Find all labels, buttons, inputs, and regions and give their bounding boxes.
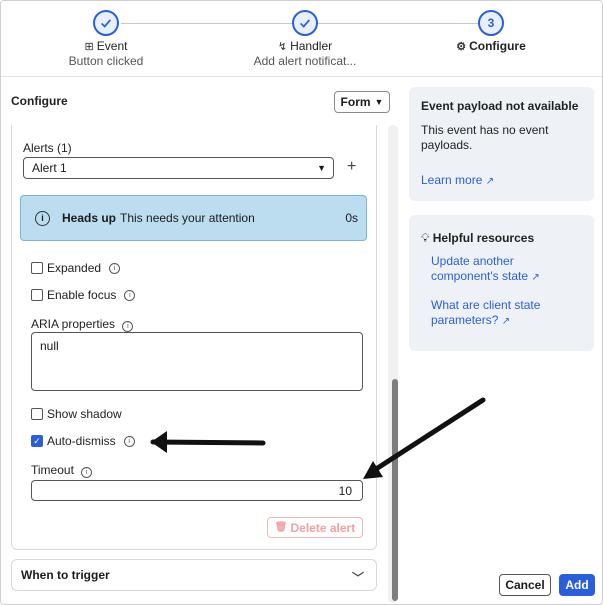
configure-title: Configure: [11, 94, 68, 108]
helpful-resources-title: Helpful resources: [432, 231, 535, 245]
caret-down-icon: ▼: [374, 97, 384, 107]
info-icon[interactable]: i: [81, 467, 93, 478]
step-configure-title: ⚙ Configure: [441, 39, 541, 53]
when-to-trigger-accordion[interactable]: When to trigger ﹀: [11, 559, 377, 591]
step-configure[interactable]: 3 ⚙ Configure: [441, 10, 541, 53]
resource-link-update-state[interactable]: Update another component's state ↗: [421, 254, 582, 285]
aria-properties-label-row: ARIA properties i: [31, 317, 134, 332]
helpful-resources-card: 💡︎ Helpful resources Update another comp…: [409, 215, 594, 351]
timeout-label: Timeout: [31, 463, 74, 477]
step-handler-label: Handler: [290, 39, 333, 53]
payload-card-text: This event has no event payloads.: [421, 123, 549, 152]
step-handler-subtitle: Add alert notificat...: [253, 54, 357, 68]
expanded-label: Expanded: [47, 261, 102, 275]
chevron-down-icon: ﹀: [351, 571, 364, 585]
wizard-stepper: ⊞ Event Button clicked ↯ Handler Add ale…: [1, 1, 602, 77]
step-handler[interactable]: ↯ Handler Add alert notificat...: [235, 10, 375, 68]
scrollbar-thumb[interactable]: [392, 379, 398, 601]
payload-card-title: Event payload not available: [421, 99, 579, 113]
enable-focus-checkbox-row[interactable]: Enable focus i: [31, 288, 136, 302]
gear-icon: ⚙: [456, 40, 467, 53]
enable-focus-checkbox[interactable]: [31, 289, 43, 301]
resource-link-client-state[interactable]: What are client state parameters? ↗: [421, 298, 582, 329]
show-shadow-checkbox-row[interactable]: Show shadow: [31, 407, 122, 421]
delete-alert-button[interactable]: 🗑 Delete alert: [267, 517, 363, 538]
timeout-label-row: Timeout i: [31, 463, 93, 478]
step-handler-title: ↯ Handler: [235, 39, 375, 53]
cancel-button[interactable]: Cancel: [499, 574, 551, 596]
step-configure-label: Configure: [469, 39, 526, 53]
form-dropdown-button[interactable]: Form ▼: [334, 91, 390, 113]
check-icon: [93, 10, 119, 36]
learn-more-label: Learn more: [421, 173, 483, 187]
step-number: 3: [478, 10, 504, 36]
step-event[interactable]: ⊞ Event Button clicked: [56, 10, 156, 68]
step-event-subtitle: Button clicked: [68, 54, 144, 68]
delete-alert-label: Delete alert: [290, 520, 356, 535]
info-icon[interactable]: i: [109, 262, 121, 274]
lightning-icon: ↯: [277, 40, 288, 53]
learn-more-link[interactable]: Learn more ↗: [421, 173, 582, 189]
auto-dismiss-checkbox-row[interactable]: ✓ Auto-dismiss i: [31, 434, 135, 448]
alerts-label: Alerts (1): [23, 141, 72, 155]
aria-properties-label: ARIA properties: [31, 317, 116, 331]
resource-link-label: Update another component's state: [431, 254, 529, 283]
enable-focus-label: Enable focus: [47, 288, 117, 302]
event-payload-card: Event payload not available This event h…: [409, 87, 594, 201]
expanded-checkbox[interactable]: [31, 262, 43, 274]
trash-icon: 🗑: [274, 522, 288, 533]
helpful-resources-title-row: 💡︎ Helpful resources: [421, 231, 582, 246]
auto-dismiss-checkbox[interactable]: ✓: [31, 435, 43, 447]
aria-properties-textarea[interactable]: null: [31, 332, 363, 391]
event-config-dialog: ⊞ Event Button clicked ↯ Handler Add ale…: [0, 0, 603, 605]
external-link-icon: ↗: [485, 176, 495, 187]
alert-select-value: Alert 1: [32, 161, 67, 175]
add-button[interactable]: Add: [559, 574, 595, 596]
form-button-label: Form: [340, 95, 371, 109]
timeout-input[interactable]: 10: [31, 480, 363, 501]
show-shadow-label: Show shadow: [47, 407, 122, 421]
expanded-checkbox-row[interactable]: Expanded i: [31, 261, 121, 275]
resource-link-label: What are client state parameters?: [431, 298, 541, 327]
add-alert-plus-icon[interactable]: +: [347, 159, 356, 175]
info-icon[interactable]: i: [123, 435, 135, 447]
alert-select[interactable]: Alert 1 ▼: [23, 157, 334, 179]
caret-down-icon: ▼: [317, 163, 326, 173]
check-icon: [292, 10, 318, 36]
when-to-trigger-label: When to trigger: [21, 568, 110, 582]
external-link-icon: ↗: [531, 272, 540, 283]
external-link-icon: ↗: [501, 316, 511, 327]
info-icon: i: [35, 210, 50, 226]
auto-dismiss-label: Auto-dismiss: [47, 434, 116, 448]
step-event-label: Event: [96, 39, 128, 53]
show-shadow-checkbox[interactable]: [31, 408, 43, 420]
component-icon: ⊞: [84, 40, 94, 53]
step-event-title: ⊞ Event: [56, 39, 156, 53]
info-icon[interactable]: i: [122, 321, 134, 332]
alert-time: 0s: [345, 211, 358, 225]
alert-heading: Heads up: [62, 211, 117, 225]
alert-preview: i Heads up This needs your attention 0s: [20, 195, 367, 241]
info-icon[interactable]: i: [124, 289, 136, 301]
alert-message: This needs your attention: [120, 211, 255, 225]
lightbulb-icon: 💡︎: [421, 231, 430, 245]
